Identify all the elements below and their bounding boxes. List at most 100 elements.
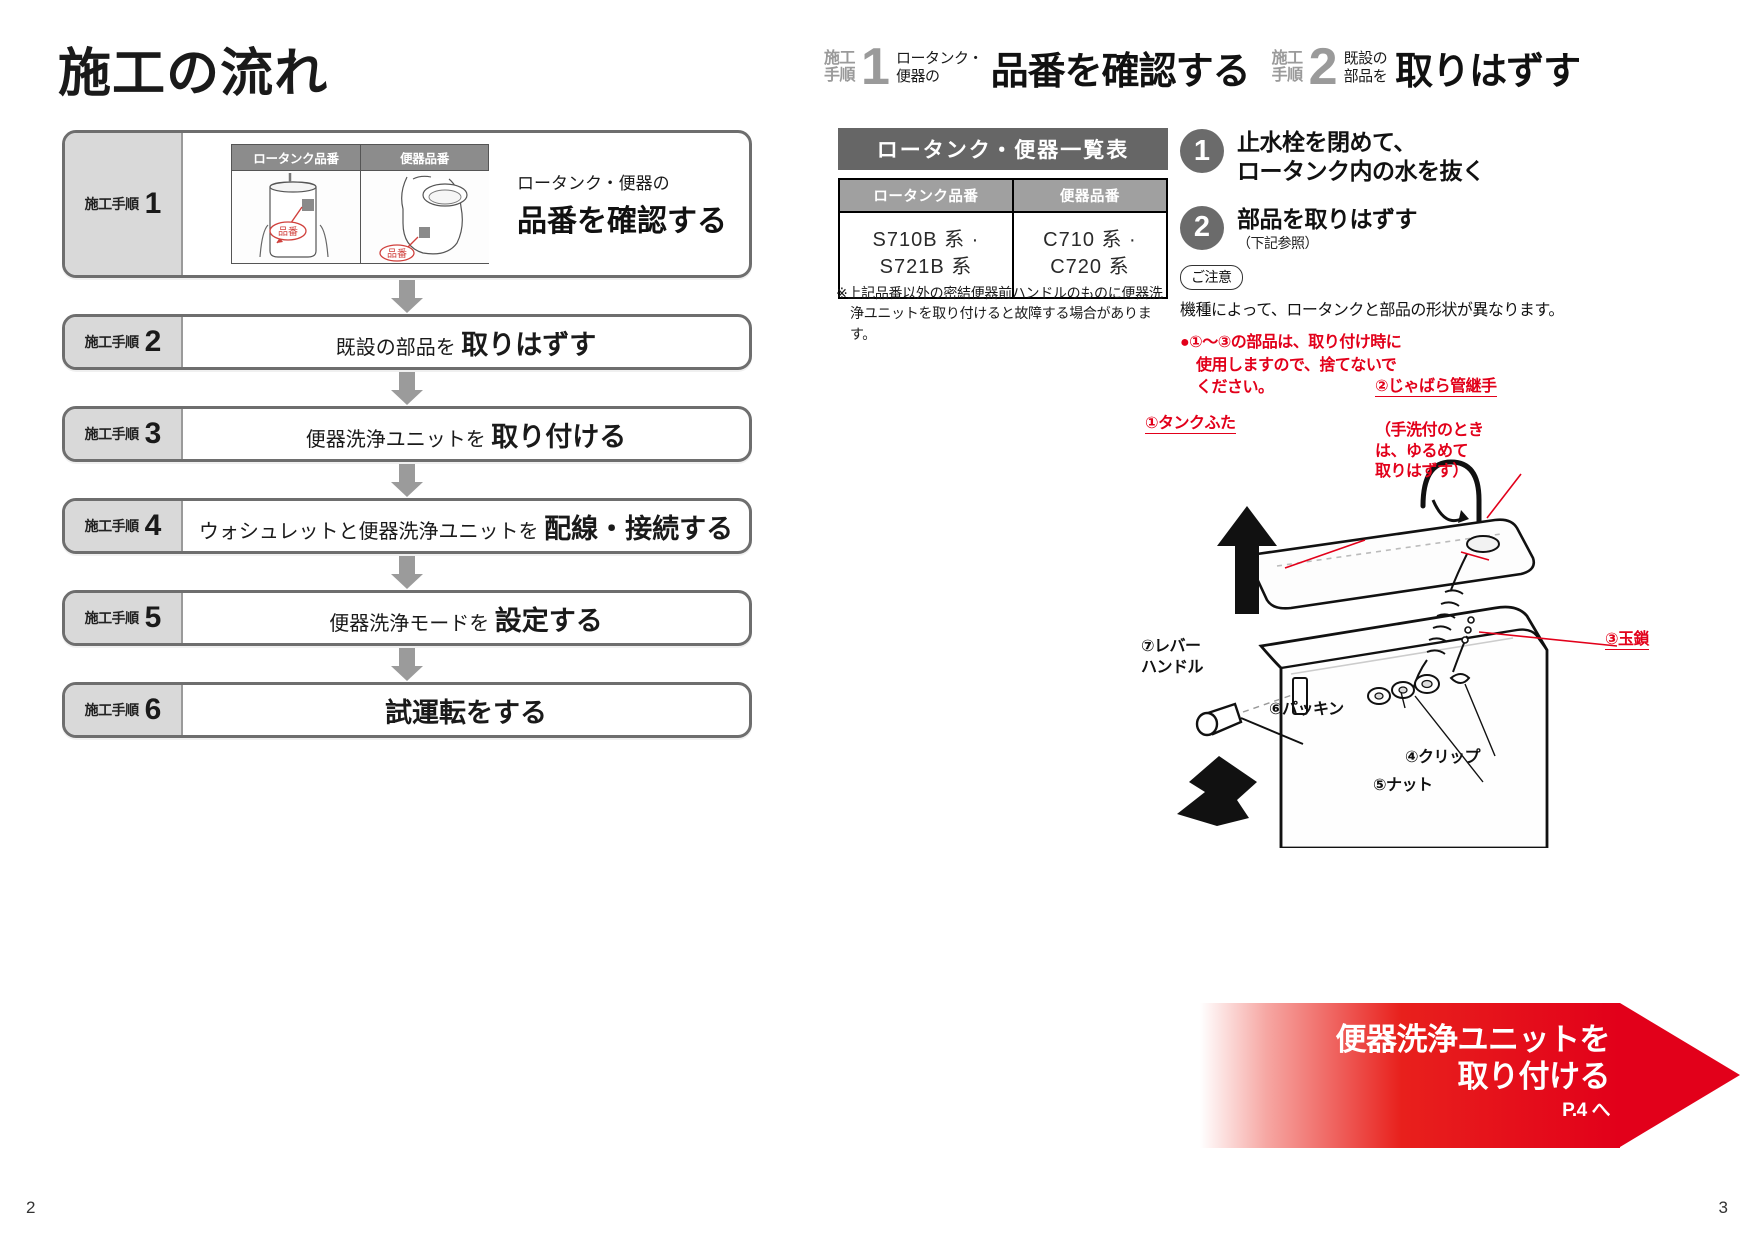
- caution-red-line2: 使用しますので、捨てないで: [1196, 356, 1397, 374]
- step-body: ロータンク品番 品番 便器品番 品番 ロータンク・便器の 品番を確認する: [183, 133, 749, 275]
- procedure-item-1: 1 止水栓を閉めて、 ロータンク内の水を抜く: [1180, 128, 1740, 187]
- step-box: 施工手順 4 ウォシュレットと便器洗浄ユニットを 配線・接続する: [62, 498, 752, 554]
- flow-step-1: 施工手順 1 ロータンク品番 品番 便器品番 品番 ロータンク・便器の 品番を確…: [62, 130, 752, 278]
- model-list-table-wrap: ロータンク・便器一覧表 ロータンク品番 便器品番 S710B 系 · S721B…: [838, 128, 1169, 299]
- header-step-1: 施工 手順 1 ロータンク・ 便器の 品番を確認する: [824, 38, 1251, 97]
- step-body: 既設の部品を 取りはずす: [183, 317, 749, 367]
- step-box: 施工手順 2 既設の部品を 取りはずす: [62, 314, 752, 370]
- banner-line1: 便器洗浄ユニットを: [1335, 1022, 1611, 1057]
- step-tag: 施工手順 5: [65, 593, 183, 643]
- header-main-title: 取りはずす: [1395, 51, 1581, 93]
- step-number: 5: [144, 601, 162, 634]
- model-list-table: ロータンク品番 便器品番 S710B 系 · S721B 系 C710 系 · …: [838, 178, 1169, 299]
- photo-caption-tank: ロータンク品番: [232, 145, 360, 171]
- photo-cell-bowl: 便器品番 品番: [360, 145, 489, 263]
- step-body: 便器洗浄モードを 設定する: [183, 593, 749, 643]
- step-tag-label: 施工手順: [84, 610, 140, 626]
- step-text-emphasis: 試運転をする: [385, 697, 547, 728]
- header-main-title: 品番を確認する: [990, 51, 1251, 93]
- left-page: 施工の流れ 施工手順 1 ロータンク品番 品番 便器品番 品番 ロータンク・便器…: [0, 0, 810, 1240]
- table-header-tank: ロータンク品番: [838, 178, 1014, 213]
- step-tag-label: 施工手順: [84, 702, 140, 718]
- step-number: 2: [144, 325, 162, 358]
- diagram-label-bellows-joint-note: （手洗付のとき は、ゆるめて 取りはずす）: [1375, 421, 1484, 481]
- flow-step-5: 施工手順 5 便器洗浄モードを 設定する: [62, 590, 752, 646]
- diagram-label-tank-lid: ①タンクふた: [1145, 415, 1236, 434]
- step-text-emphasis: 配線・接続する: [544, 513, 734, 544]
- step-text-normal: 便器洗浄ユニットを: [305, 428, 492, 451]
- step-tag: 施工手順 2: [65, 317, 183, 367]
- step-box: 施工手順 1 ロータンク品番 品番 便器品番 品番 ロータンク・便器の 品番を確…: [62, 130, 752, 278]
- right-page-header: 施工 手順 1 ロータンク・ 便器の 品番を確認する 施工 手順 2 既設の 部…: [824, 38, 1581, 97]
- step1-main-text: 品番を確認する: [517, 204, 727, 238]
- flow-arrow-icon: [62, 278, 752, 314]
- header-subtitle: ロータンク・ 便器の: [896, 50, 983, 85]
- next-step-banner[interactable]: 便器洗浄ユニットを 取り付ける P.4 へ: [1200, 1003, 1740, 1148]
- step-tag: 施工手順 6: [65, 685, 183, 735]
- step-text-normal: ウォシュレットと便器洗浄ユニットを: [198, 520, 545, 543]
- step-number: 1: [144, 187, 162, 220]
- step-number: 4: [144, 509, 162, 542]
- procedure-text: 止水栓を閉めて、 ロータンク内の水を抜く: [1237, 129, 1485, 185]
- step-tag-label: 施工手順: [84, 426, 140, 442]
- procedure-item-2: 2 部品を取りはずす （下記参照）: [1180, 205, 1740, 253]
- flow-arrow-icon: [62, 646, 752, 682]
- removal-procedure-list: 1 止水栓を閉めて、 ロータンク内の水を抜く 2 部品を取りはずす （下記参照）: [1180, 128, 1740, 271]
- step-box: 施工手順 6 試運転をする: [62, 682, 752, 738]
- header-step-tag: 施工 手順: [824, 49, 856, 85]
- header-step-tag: 施工 手順: [1272, 50, 1304, 85]
- caution-body-text: 機種によって、ロータンクと部品の形状が異なります。: [1180, 302, 1564, 319]
- flow-step-6: 施工手順 6 試運転をする: [62, 682, 752, 738]
- page-number-left: 2: [26, 1198, 36, 1217]
- toilet-illustration: 品番: [361, 171, 489, 263]
- step1-lead-text: ロータンク・便器の: [517, 173, 670, 193]
- step-body: 便器洗浄ユニットを 取り付ける: [183, 409, 749, 459]
- svg-text:品番: 品番: [278, 226, 298, 238]
- manual-spread: 施工の流れ 施工手順 1 ロータンク品番 品番 便器品番 品番 ロータンク・便器…: [0, 0, 1754, 1240]
- caution-tag: ご注意: [1180, 265, 1243, 290]
- header-subtitle: 既設の 部品を: [1344, 50, 1388, 85]
- procedure-text: 部品を取りはずす （下記参照）: [1237, 205, 1418, 253]
- table-header-bowl: 便器品番: [1011, 178, 1169, 213]
- photo-cell-tank: ロータンク品番 品番: [232, 145, 360, 263]
- step-text-normal: 既設の部品を: [335, 336, 462, 359]
- step-tag: 施工手順 3: [65, 409, 183, 459]
- step-number: 3: [144, 417, 162, 450]
- flow-arrow-icon: [62, 370, 752, 406]
- diagram-label-nut: ⑤ナット: [1373, 777, 1433, 794]
- svg-text:品番: 品番: [387, 248, 407, 260]
- table-note: ※上記品番以外の密結便器前ハンドルのものに便器洗浄ユニットを取り付けると故障する…: [836, 283, 1176, 344]
- step-text-normal: 便器洗浄モードを: [329, 612, 495, 635]
- bowl-photo: 品番: [360, 171, 489, 263]
- header-step-number: 1: [861, 38, 890, 97]
- diagram-label-packing: ⑥パッキン: [1269, 701, 1344, 718]
- step-tag: 施工手順 1: [65, 133, 183, 275]
- flow-step-3: 施工手順 3 便器洗浄ユニットを 取り付ける: [62, 406, 752, 462]
- step-text-emphasis: 設定する: [494, 605, 603, 636]
- bullet-icon: ●: [1180, 334, 1190, 351]
- flow-step-2: 施工手順 2 既設の部品を 取りはずす: [62, 314, 752, 370]
- step1-label: ロータンク・便器の 品番を確認する: [517, 169, 727, 240]
- banner-arrow-icon: [1620, 1003, 1740, 1147]
- step-box: 施工手順 5 便器洗浄モードを 設定する: [62, 590, 752, 646]
- page-title: 施工の流れ: [58, 45, 329, 103]
- flow-arrow-icon: [62, 554, 752, 590]
- tank-illustration: 品番: [232, 171, 360, 263]
- page-number-right: 3: [1718, 1198, 1728, 1217]
- photo-caption-bowl: 便器品番: [360, 145, 488, 171]
- tank-parts-diagram: ①タンクふた ②じゃばら管継手 （手洗付のとき は、ゆるめて 取りはずす） ③玉…: [1141, 378, 1745, 850]
- procedure-main-text: 部品を取りはずす: [1237, 205, 1418, 232]
- tank-photo: 品番: [232, 171, 360, 263]
- step-tag-label: 施工手順: [84, 196, 140, 212]
- step-text-emphasis: 取りはずす: [461, 329, 597, 360]
- diagram-label-clip: ④クリップ: [1405, 749, 1481, 766]
- procedure-number-badge: 2: [1180, 205, 1224, 250]
- step-tag: 施工手順 4: [65, 501, 183, 551]
- header-tag-line2: 手順: [824, 66, 856, 84]
- caution-red-line1: ①～③の部品は、取り付け時に: [1189, 334, 1402, 351]
- flow-arrow-icon: [62, 462, 752, 498]
- step-box: 施工手順 3 便器洗浄ユニットを 取り付ける: [62, 406, 752, 462]
- banner-text: 便器洗浄ユニットを 取り付ける P.4 へ: [1220, 1021, 1611, 1123]
- header-tag-line1: 施工: [824, 49, 856, 67]
- header-sub-line2: 部品を: [1343, 67, 1388, 85]
